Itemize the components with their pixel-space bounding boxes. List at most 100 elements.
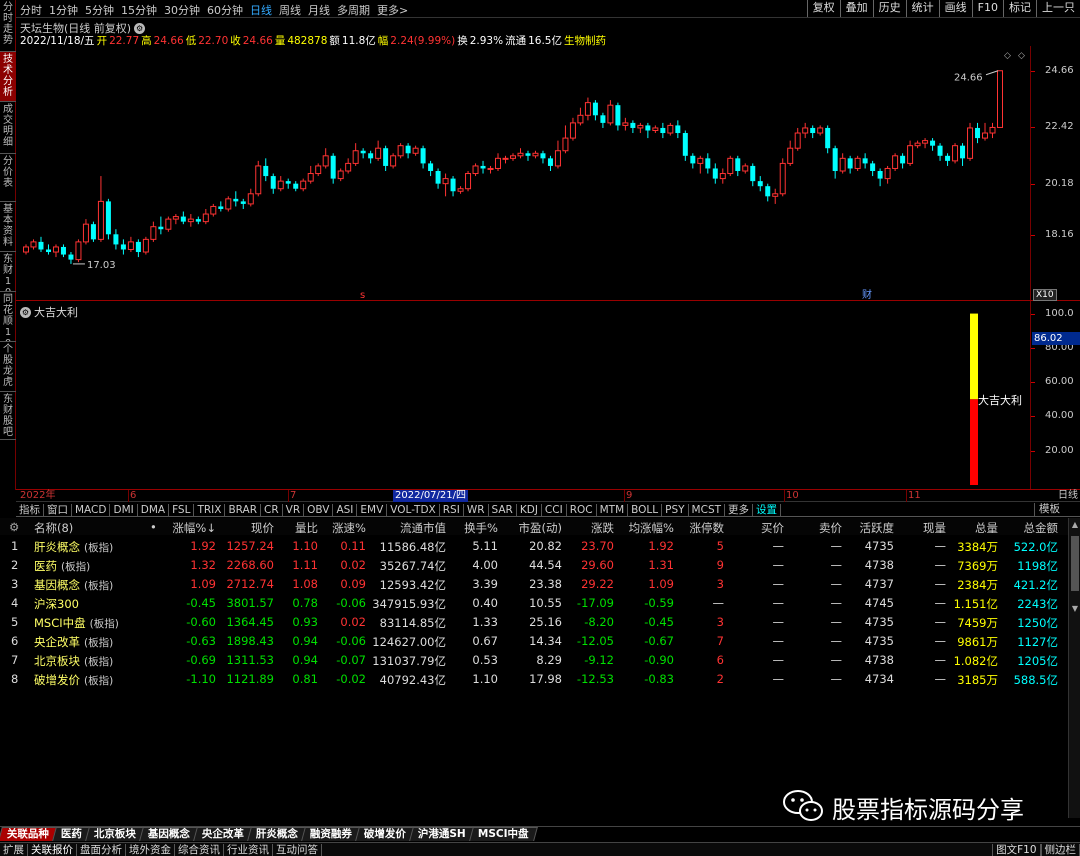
- row-name[interactable]: 肝炎概念 (板指): [34, 539, 113, 555]
- column-header-10[interactable]: 均涨幅%: [620, 520, 674, 536]
- left-tab-4[interactable]: 基 本 资 料: [0, 202, 16, 252]
- table-scrollbar[interactable]: ▲ ▼: [1068, 518, 1080, 818]
- row-name[interactable]: 北京板块 (板指): [34, 653, 113, 669]
- indicator-tab-25[interactable]: 设置: [753, 504, 782, 516]
- tool-button-2[interactable]: 历史: [872, 0, 906, 17]
- table-row[interactable]: 3 基因概念 (板指) 1.09 2712.74 1.08 0.09 12593.42亿 3.3…: [0, 575, 1068, 594]
- row-name[interactable]: 央企改革 (板指): [34, 634, 113, 650]
- tool-button-0[interactable]: 复权: [806, 0, 840, 17]
- column-header-5[interactable]: 涨速%: [324, 520, 366, 536]
- table-row[interactable]: 1 肝炎概念 (板指) 1.92 1257.24 1.10 0.11 11586.48亿 5.1…: [0, 537, 1068, 556]
- table-row[interactable]: 6 央企改革 (板指) -0.63 1898.43 0.94 -0.06 124627.00亿…: [0, 632, 1068, 651]
- period-2[interactable]: 5分钟: [85, 2, 114, 18]
- related-tab-0[interactable]: 关联品种: [0, 827, 58, 841]
- tool-button-3[interactable]: 统计: [905, 0, 939, 17]
- tool-button-1[interactable]: 叠加: [839, 0, 873, 17]
- indicator-tab-8[interactable]: CR: [261, 504, 283, 516]
- indicator-tab-12[interactable]: EMV: [357, 504, 388, 516]
- column-header-7[interactable]: 换手%: [452, 520, 498, 536]
- column-header-2[interactable]: 涨幅%↓: [168, 520, 216, 536]
- indicator-tab-14[interactable]: RSI: [440, 504, 464, 516]
- period-4[interactable]: 30分钟: [164, 2, 200, 18]
- indicator-tab-7[interactable]: BRAR: [225, 504, 261, 516]
- period-9[interactable]: 多周期: [337, 2, 370, 18]
- indicator-tab-23[interactable]: MCST: [689, 504, 726, 516]
- period-5[interactable]: 60分钟: [207, 2, 243, 18]
- scroll-up-icon[interactable]: ▲: [1070, 520, 1080, 531]
- period-1[interactable]: 1分钟: [49, 2, 78, 18]
- indicator-tab-17[interactable]: KDJ: [517, 504, 542, 516]
- period-0[interactable]: 分时: [20, 2, 42, 18]
- indicator-tab-1[interactable]: 窗口: [44, 504, 72, 516]
- period-3[interactable]: 15分钟: [121, 2, 157, 18]
- row-name[interactable]: MSCI中盘 (板指): [34, 615, 119, 631]
- indicator-tab-2[interactable]: MACD: [72, 504, 111, 516]
- status-tab-6[interactable]: 互动问答: [273, 844, 322, 856]
- related-tab-3[interactable]: 基因概念: [139, 827, 199, 841]
- status-right-tab-1[interactable]: 侧边栏: [1040, 844, 1080, 856]
- indicator-tab-0[interactable]: 指标: [16, 504, 44, 516]
- candlestick-chart[interactable]: 17.03 24.66 s 财 ◇ ◇: [16, 46, 1030, 300]
- status-right-tab-0[interactable]: 图文F10: [992, 844, 1041, 856]
- column-header-17[interactable]: 总金额: [1002, 520, 1059, 536]
- column-header-9[interactable]: 涨跌: [568, 520, 614, 536]
- indicator-tab-3[interactable]: DMI: [110, 504, 138, 516]
- table-row[interactable]: 5 MSCI中盘 (板指) -0.60 1364.45 0.93 0.02 83114.85亿…: [0, 613, 1068, 632]
- left-tab-3[interactable]: 分 价 表: [0, 154, 16, 202]
- status-tab-3[interactable]: 境外资金: [126, 844, 175, 856]
- indicator-tab-19[interactable]: ROC: [567, 504, 597, 516]
- column-header-11[interactable]: 涨停数: [680, 520, 725, 536]
- indicator-tab-10[interactable]: OBV: [304, 504, 334, 516]
- row-name[interactable]: 沪深300: [34, 596, 79, 612]
- status-tab-5[interactable]: 行业资讯: [224, 844, 273, 856]
- related-tab-6[interactable]: 融资融券: [301, 827, 361, 841]
- indicator-tab-4[interactable]: DMA: [138, 504, 170, 516]
- left-tab-7[interactable]: 个 股 龙 虎: [0, 342, 16, 392]
- indicator-tab-22[interactable]: PSY: [662, 504, 689, 516]
- period-8[interactable]: 月线: [308, 2, 330, 18]
- indicator-tab-6[interactable]: TRIX: [194, 504, 226, 516]
- column-header-12[interactable]: 买价: [730, 520, 784, 536]
- related-tab-8[interactable]: 沪港通SH: [409, 827, 475, 841]
- column-header-14[interactable]: 活跃度: [848, 520, 895, 536]
- indicator-tab-9[interactable]: VR: [283, 504, 305, 516]
- left-tab-2[interactable]: 成 交 明 细: [0, 102, 16, 154]
- related-tab-7[interactable]: 破增发价: [355, 827, 415, 841]
- left-tab-6[interactable]: 同 花 顺 1 0: [0, 292, 16, 342]
- left-tab-0[interactable]: 分 时 走 势: [0, 0, 16, 52]
- x10-badge[interactable]: X10: [1033, 289, 1057, 301]
- period-10[interactable]: 更多>: [377, 2, 408, 18]
- scroll-down-icon[interactable]: ▼: [1070, 604, 1080, 615]
- indicator-tab-11[interactable]: ASI: [333, 504, 358, 516]
- status-tab-4[interactable]: 综合资讯: [175, 844, 224, 856]
- settings-gear-icon[interactable]: ⚙: [20, 307, 31, 318]
- period-6[interactable]: 日线: [250, 2, 272, 18]
- left-tab-8[interactable]: 东 财 股 吧: [0, 392, 16, 440]
- table-row[interactable]: 7 北京板块 (板指) -0.69 1311.53 0.94 -0.07 131037.79亿…: [0, 651, 1068, 670]
- tool-button-7[interactable]: 上一只: [1036, 0, 1080, 17]
- column-header-8[interactable]: 市盈(动): [504, 520, 562, 536]
- indicator-tab-5[interactable]: FSL: [169, 504, 195, 516]
- indicator-tab-21[interactable]: BOLL: [628, 504, 663, 516]
- template-button[interactable]: 模板: [1034, 503, 1064, 516]
- indicator-tab-15[interactable]: WR: [464, 504, 489, 516]
- column-header-4[interactable]: 量比: [280, 520, 318, 536]
- tool-button-4[interactable]: 画线: [938, 0, 972, 17]
- column-header-0[interactable]: 名称(8): [34, 520, 134, 536]
- tool-button-5[interactable]: F10: [971, 0, 1003, 17]
- status-tab-2[interactable]: 盘面分析: [77, 844, 126, 856]
- row-name[interactable]: 破增发价 (板指): [34, 672, 113, 688]
- left-tab-1[interactable]: 技 术 分 析: [0, 52, 16, 102]
- row-name[interactable]: 医药 (板指): [34, 558, 90, 574]
- indicator-chart[interactable]: [16, 301, 1030, 489]
- status-tab-0[interactable]: 扩展: [0, 844, 28, 856]
- left-tab-5[interactable]: 东 财 1 0: [0, 252, 16, 292]
- column-header-15[interactable]: 现量: [900, 520, 946, 536]
- column-header-1[interactable]: •: [150, 520, 162, 534]
- related-tab-2[interactable]: 北京板块: [85, 827, 145, 841]
- scroll-thumb[interactable]: [1071, 536, 1079, 591]
- column-header-3[interactable]: 现价: [222, 520, 274, 536]
- row-name[interactable]: 基因概念 (板指): [34, 577, 113, 593]
- tool-button-6[interactable]: 标记: [1003, 0, 1036, 17]
- related-tab-5[interactable]: 肝炎概念: [247, 827, 307, 841]
